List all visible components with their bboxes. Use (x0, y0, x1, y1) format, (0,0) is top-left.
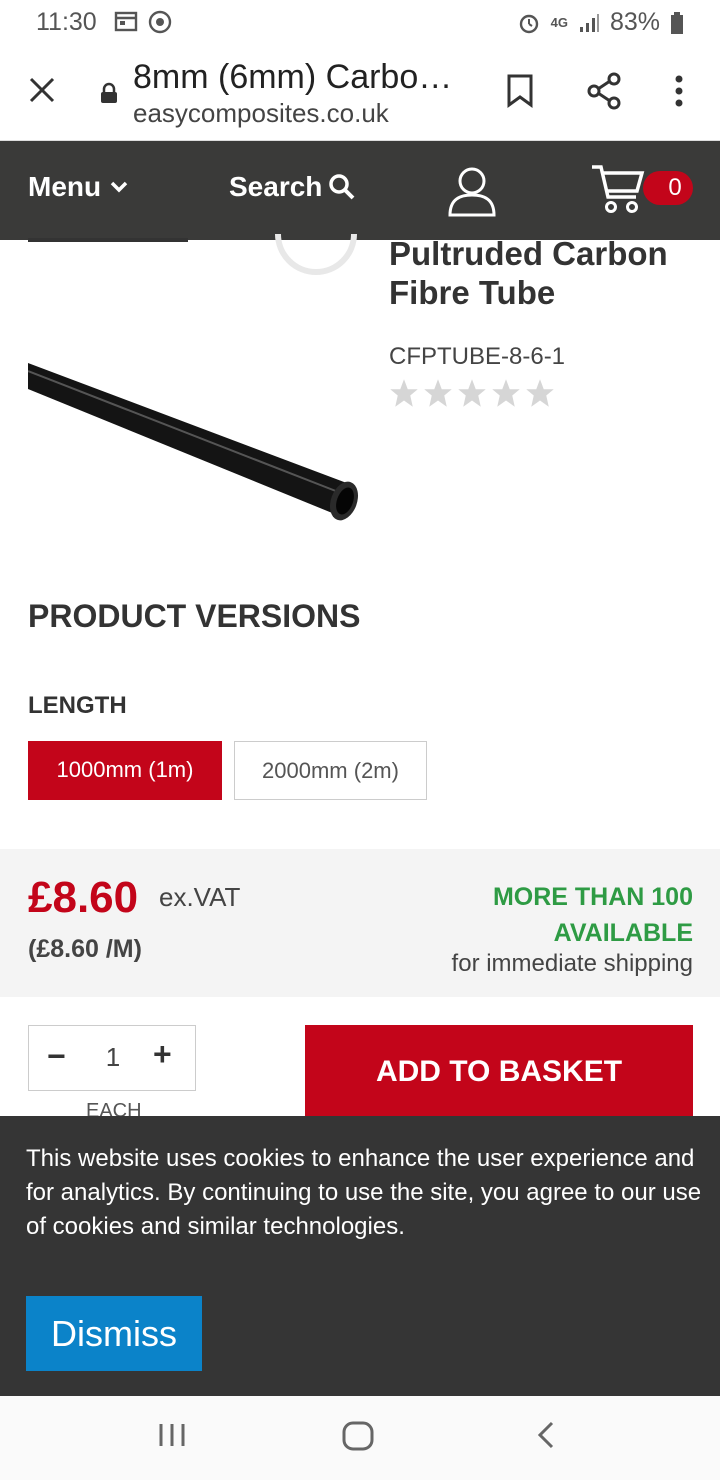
system-navigation-bar (0, 1396, 720, 1480)
menu-label: Menu (28, 171, 102, 202)
price-panel: £8.60 ex.VAT (£8.60 /M) MORE THAN 100 AV… (0, 849, 720, 997)
cookie-message: This website uses cookies to enhance the… (26, 1145, 702, 1240)
length-option-1000mm[interactable]: 1000mm (1m) (28, 741, 222, 800)
length-option-2000mm[interactable]: 2000mm (2m) (234, 741, 427, 800)
home-icon[interactable] (341, 1420, 375, 1452)
bookmark-icon[interactable] (506, 74, 534, 108)
search-button[interactable]: Search (229, 171, 356, 203)
back-icon[interactable] (536, 1420, 556, 1450)
star-icon (458, 379, 486, 407)
share-icon[interactable] (586, 72, 622, 110)
browser-toolbar: 8mm (6mm) Carbo… easycomposites.co.uk (0, 44, 720, 141)
gallery-indicator (28, 238, 188, 242)
network-type: 4G (550, 15, 568, 30)
chevron-down-icon (110, 181, 128, 193)
star-icon (526, 379, 554, 407)
status-system-icons: 4G 83% (517, 8, 684, 37)
chrome-icon (148, 10, 172, 34)
add-to-basket-button[interactable]: ADD TO BASKET (305, 1025, 693, 1121)
cart-count-badge[interactable]: 0 (643, 171, 693, 205)
stock-line-1: MORE THAN 100 (492, 883, 693, 911)
more-options-icon[interactable] (674, 74, 684, 108)
star-icon (424, 379, 452, 407)
calendar-icon (114, 11, 138, 32)
price-per-metre: (£8.60 /M) (28, 935, 142, 963)
close-icon[interactable] (28, 76, 56, 104)
quantity-value[interactable]: 1 (29, 1042, 197, 1073)
cart-icon[interactable] (590, 163, 648, 215)
product-versions-heading: PRODUCT VERSIONS (28, 598, 361, 634)
star-icon (390, 379, 418, 407)
alarm-icon (519, 14, 538, 33)
star-icon (492, 379, 520, 407)
rating-stars[interactable] (389, 378, 555, 408)
product-sku: CFPTUBE-8-6-1 (389, 343, 566, 370)
battery-icon (671, 11, 683, 34)
vat-note: ex.VAT (159, 882, 241, 912)
lock-icon (101, 82, 117, 103)
search-icon (329, 174, 355, 200)
stock-status: MORE THAN 100 AVAILABLE (493, 879, 693, 951)
shipping-note: for immediate shipping (451, 950, 693, 977)
url-text[interactable]: easycomposites.co.uk (133, 98, 389, 129)
loading-spinner-icon (275, 233, 357, 275)
product-title: Pultruded Carbon Fibre Tube (389, 235, 668, 311)
price: £8.60 (28, 873, 139, 922)
stock-line-2: AVAILABLE (553, 919, 693, 947)
length-label: LENGTH (28, 692, 127, 719)
menu-button[interactable]: Menu (28, 171, 129, 203)
quantity-increase-button[interactable]: + (153, 1036, 172, 1073)
recent-apps-icon[interactable] (158, 1422, 186, 1448)
signal-icon (579, 13, 599, 32)
status-notification-icons (114, 10, 172, 34)
dismiss-button[interactable]: Dismiss (26, 1296, 202, 1371)
cookie-banner: This website uses cookies to enhance the… (0, 1116, 720, 1396)
battery-percent: 83% (609, 8, 660, 36)
quantity-stepper: − 1 + (28, 1025, 196, 1091)
search-label: Search (229, 171, 323, 202)
status-bar: 11:30 4G 83% (0, 0, 720, 44)
status-time: 11:30 (36, 8, 97, 36)
product-image[interactable] (28, 345, 368, 535)
account-icon[interactable] (444, 165, 500, 217)
tab-title[interactable]: 8mm (6mm) Carbo… (133, 58, 452, 97)
